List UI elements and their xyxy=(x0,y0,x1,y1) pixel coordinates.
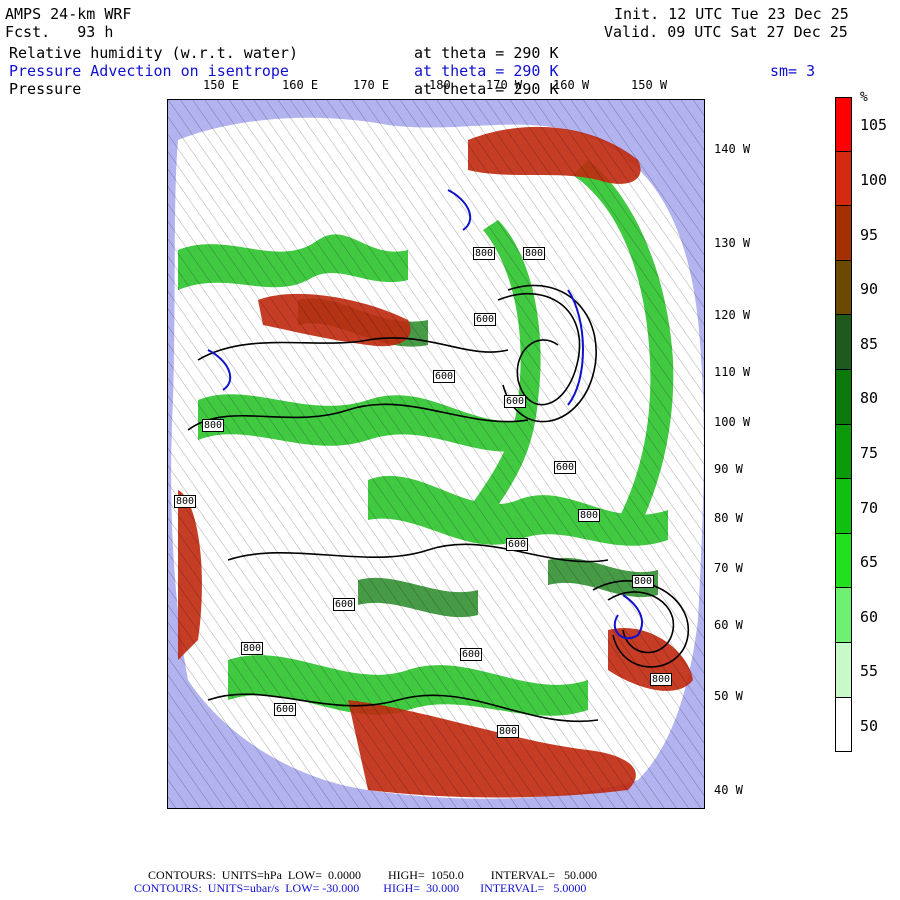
colorbar-label: 55 xyxy=(860,662,879,681)
lon-label-right: 40 W xyxy=(714,783,743,797)
colorbar-segment xyxy=(835,369,852,425)
colorbar-label: 85 xyxy=(860,334,879,353)
colorbar-segment xyxy=(835,588,852,643)
lon-label-right: 80 W xyxy=(714,511,743,525)
contour-label: 600 xyxy=(433,370,456,383)
map-panel xyxy=(167,99,705,809)
lon-label-right: 120 W xyxy=(714,308,751,322)
lon-label-right: 130 W xyxy=(714,236,751,250)
colorbar-segment xyxy=(835,206,852,261)
lon-label-right: 60 W xyxy=(714,618,743,632)
contour-label: 800 xyxy=(241,642,264,655)
contour-label: 600 xyxy=(333,598,356,611)
contour-label: 800 xyxy=(202,419,225,432)
contour-label: 600 xyxy=(474,313,497,326)
forecast-hour: Fcst. 93 h xyxy=(5,23,114,41)
contour-label: 600 xyxy=(554,461,577,474)
colorbar-label: 100 xyxy=(860,170,888,189)
model-title: AMPS 24-km WRF xyxy=(5,5,132,23)
lon-label-right: 70 W xyxy=(714,561,743,575)
lon-label: 170 E xyxy=(353,78,390,92)
colorbar-label: 80 xyxy=(860,389,879,408)
lon-label: 170 W xyxy=(486,78,523,92)
lon-label: 160 E xyxy=(282,78,319,92)
contour-label: 800 xyxy=(497,725,520,738)
colorbar-label: 75 xyxy=(860,443,879,462)
colorbar-segment xyxy=(835,533,852,589)
field2-smoothing: sm= 3 xyxy=(770,62,816,80)
wind-barbs xyxy=(168,100,704,808)
contour-label: 600 xyxy=(460,648,483,661)
contour-label: 800 xyxy=(523,247,546,260)
colorbar-label: 70 xyxy=(860,498,879,517)
colorbar-segment xyxy=(835,697,852,753)
contour-label: 600 xyxy=(274,703,297,716)
contour-label: 800 xyxy=(650,673,673,686)
contour-label: 800 xyxy=(174,495,197,508)
colorbar-segment xyxy=(835,151,852,207)
field2-name: Pressure Advection on isentrope xyxy=(9,62,289,80)
contour-label: 800 xyxy=(473,247,496,260)
colorbar-unit: % xyxy=(860,90,868,105)
contour-label: 800 xyxy=(632,575,655,588)
field3-name: Pressure xyxy=(9,80,82,98)
colorbar-segment xyxy=(835,315,852,370)
colorbar-segment xyxy=(835,97,852,152)
field1-level: at theta = 290 K xyxy=(414,44,559,62)
lon-label-right: 100 W xyxy=(714,415,751,429)
lon-label-right: 50 W xyxy=(714,689,743,703)
lon-label: 150 W xyxy=(631,78,668,92)
lon-label: 160 W xyxy=(553,78,590,92)
valid-time: Valid. 09 UTC Sat 27 Dec 25 xyxy=(604,23,848,41)
init-time: Init. 12 UTC Tue 23 Dec 25 xyxy=(614,5,849,23)
colorbar-segment xyxy=(835,642,852,698)
colorbar-label: 65 xyxy=(860,553,879,572)
lon-label-right: 110 W xyxy=(714,365,751,379)
colorbar-label: 50 xyxy=(860,716,879,735)
contour-label: 800 xyxy=(578,509,601,522)
colorbar-label: 60 xyxy=(860,607,879,626)
footer-advection-contours: CONTOURS: UNITS=ubar/s LOW= -30.000 HIGH… xyxy=(134,881,587,895)
colorbar-label: 90 xyxy=(860,280,879,299)
lon-label-right: 90 W xyxy=(714,462,743,476)
lon-label-right: 140 W xyxy=(714,142,751,156)
contour-label: 600 xyxy=(504,395,527,408)
field1-name: Relative humidity (w.r.t. water) xyxy=(9,44,298,62)
colorbar-segment xyxy=(835,260,852,316)
colorbar-label: 95 xyxy=(860,225,879,244)
colorbar-label: 105 xyxy=(860,116,888,135)
colorbar-segment xyxy=(835,479,852,534)
lon-label: 180 xyxy=(429,78,451,92)
lon-label: 150 E xyxy=(203,78,240,92)
colorbar xyxy=(835,97,852,753)
contour-label: 600 xyxy=(506,538,529,551)
colorbar-segment xyxy=(835,424,852,480)
map-canvas xyxy=(168,100,704,808)
